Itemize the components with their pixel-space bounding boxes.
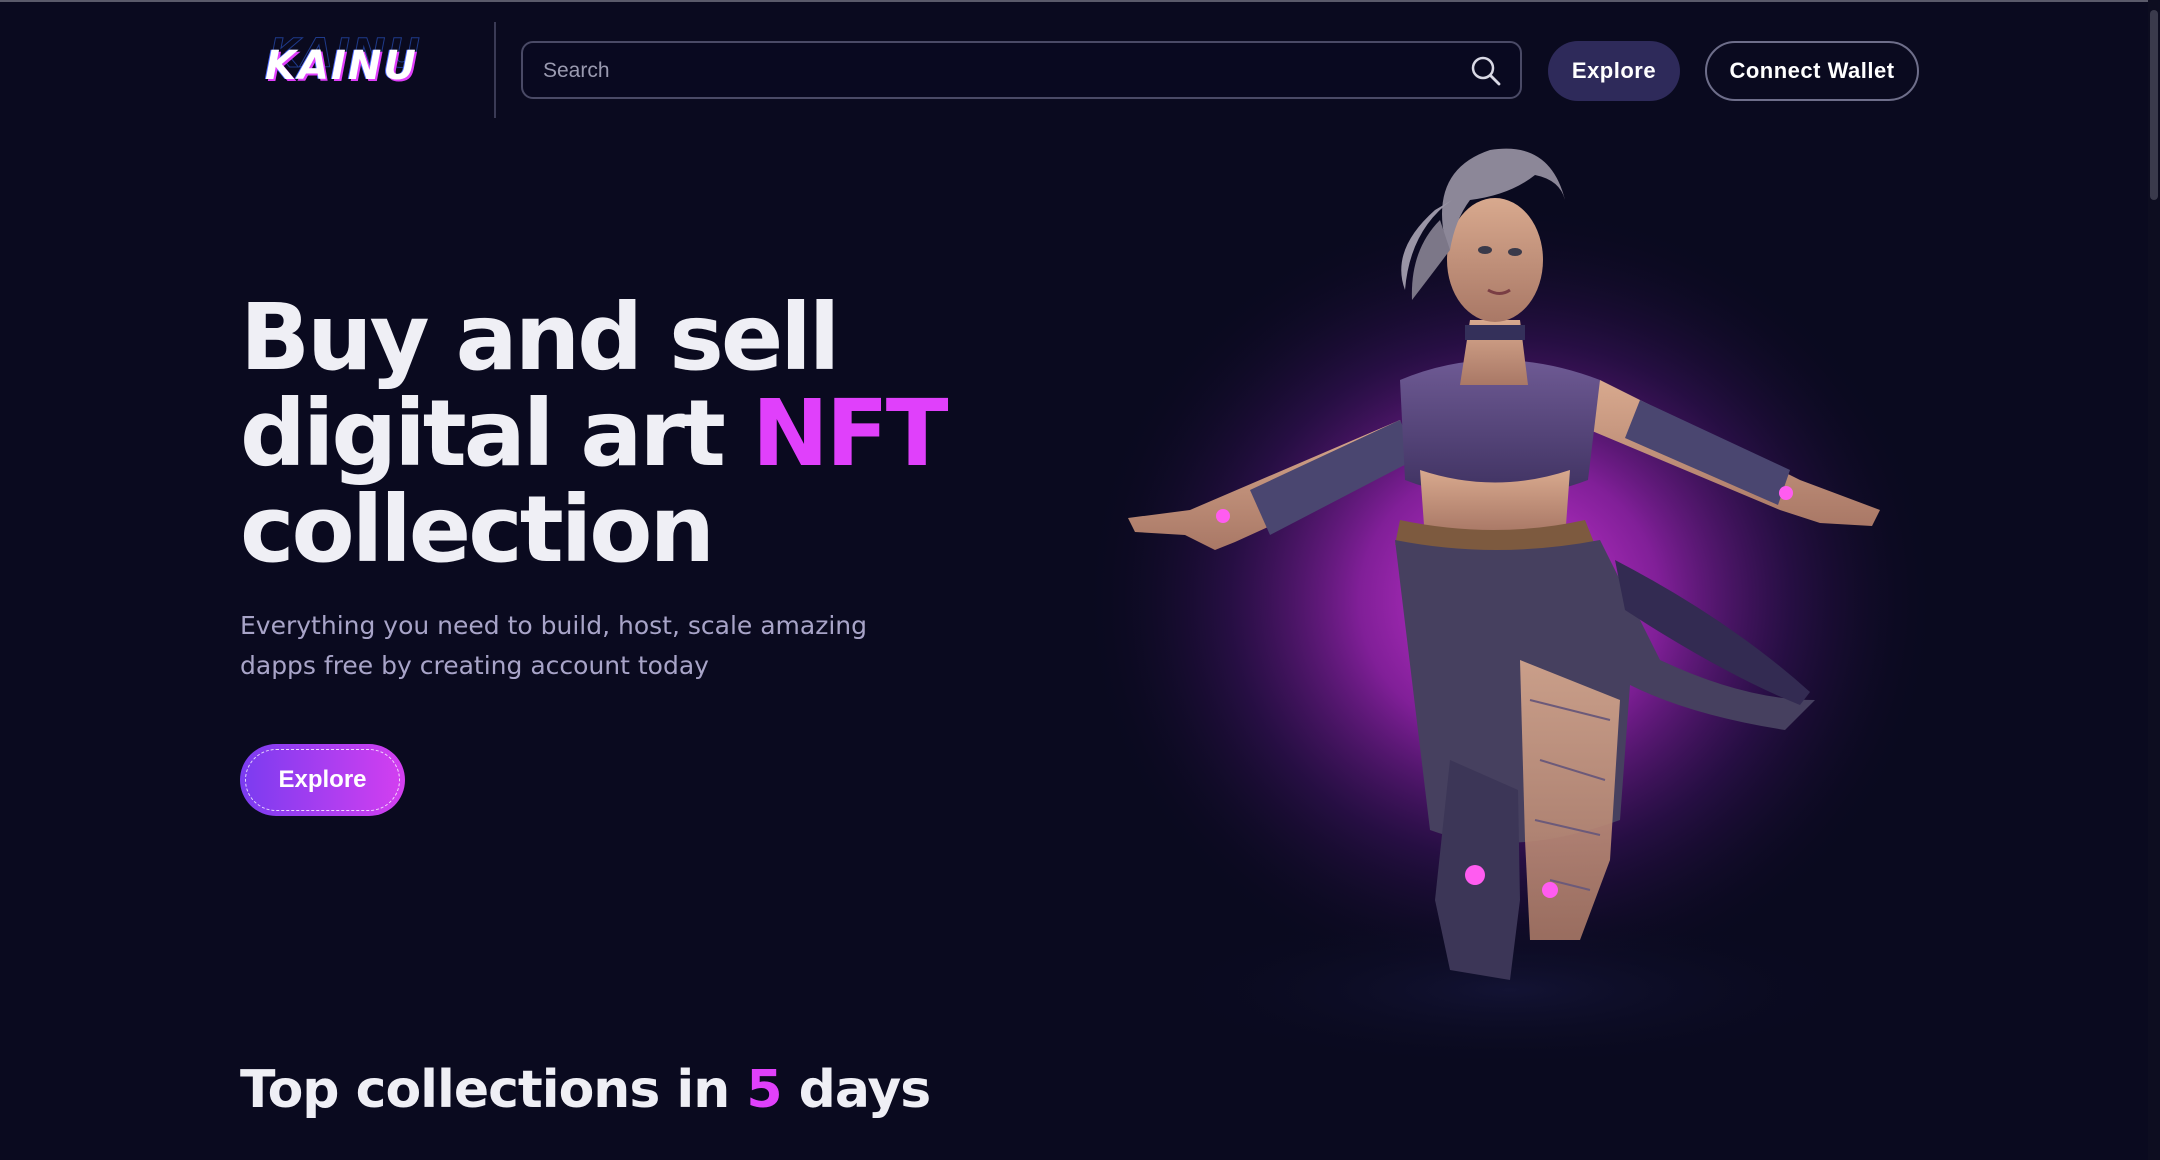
hero-subtitle-line2: dapps free by creating account today: [240, 651, 709, 680]
hero-title-line3: collection: [240, 476, 715, 583]
hero-title: Buy and sell digital art NFT collection: [240, 290, 1060, 578]
search-bar[interactable]: [521, 41, 1522, 99]
hero-title-line1: Buy and sell: [240, 284, 840, 391]
hero-subtitle: Everything you need to build, host, scal…: [240, 606, 880, 686]
section-title-number: 5: [746, 1060, 782, 1120]
hero-title-line2: digital art: [240, 380, 752, 487]
explore-button[interactable]: Explore: [1548, 41, 1680, 101]
page: KAINU KAINU Explore Connect Wallet Buy a…: [0, 0, 2160, 1160]
scrollbar[interactable]: [2148, 0, 2160, 1160]
hero-explore-button[interactable]: Explore: [240, 744, 405, 816]
top-collections-heading: Top collections in 5 days: [240, 1060, 932, 1120]
kainu-logo[interactable]: KAINU KAINU: [265, 31, 455, 97]
header-divider: [494, 22, 496, 118]
logo-text: KAINU: [265, 43, 418, 89]
section-title-suffix: days: [781, 1060, 932, 1120]
section-title-prefix: Top collections in: [240, 1060, 747, 1120]
search-input[interactable]: [541, 43, 1445, 99]
scrollbar-thumb[interactable]: [2150, 10, 2158, 200]
search-icon[interactable]: [1470, 55, 1502, 87]
hero-title-accent: NFT: [751, 380, 949, 487]
hero-subtitle-line1: Everything you need to build, host, scal…: [240, 611, 868, 640]
connect-wallet-button[interactable]: Connect Wallet: [1705, 41, 1919, 101]
window-top-border: [0, 0, 2160, 2]
hero-artwork: [1080, 148, 1940, 1060]
